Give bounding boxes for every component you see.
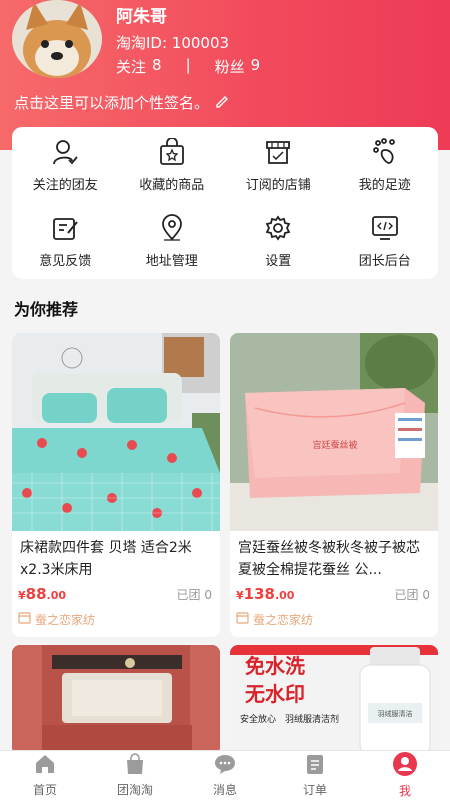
recommend-title: 为你推荐 <box>14 300 79 319</box>
following-count[interactable]: 8 <box>152 56 162 77</box>
follow-stats: 关注 8 | 粉丝 9 <box>116 56 260 77</box>
menu-leader-backend[interactable]: 团长后台 <box>332 203 439 279</box>
tab-label: 消息 <box>212 783 237 797</box>
location-pin-icon <box>157 213 187 243</box>
shop-name: 蚕之恋家纺 <box>35 612 96 627</box>
product-price: ¥138.00 <box>236 585 295 603</box>
banner-line1: 免水洗 <box>245 654 305 678</box>
sold-count: 已团 0 <box>176 588 212 602</box>
product-image: 宫廷蚕丝被 <box>230 333 438 531</box>
quilt-label-text: 宫廷蚕丝被 <box>312 439 357 451</box>
stats-separator: | <box>185 56 191 74</box>
menu-label: 地址管理 <box>145 254 198 269</box>
menu-favorite-goods[interactable]: 收藏的商品 <box>119 127 226 203</box>
tab-messages[interactable]: 消息 <box>185 753 265 798</box>
product-image <box>12 645 220 755</box>
tab-tuantaotao[interactable]: 团淘淘 <box>95 753 175 798</box>
menu-address[interactable]: 地址管理 <box>119 203 226 279</box>
following-label[interactable]: 关注 <box>116 56 146 77</box>
shop-icon <box>18 611 31 627</box>
menu-label: 收藏的商品 <box>139 178 205 193</box>
price-row: ¥88.00 已团 0 <box>12 581 220 603</box>
shop-link[interactable]: 蚕之恋家纺 <box>12 609 220 629</box>
avatar[interactable] <box>12 0 102 78</box>
product-card[interactable]: 免水洗 无水印 安全放心 羽绒服清洁剂 羽绒服清洁 <box>230 645 438 755</box>
code-monitor-icon <box>370 213 400 243</box>
menu-label: 关注的团友 <box>32 178 98 193</box>
feedback-icon <box>50 213 80 243</box>
product-title: 宫廷蚕丝被冬被秋冬被子被芯夏被全棉提花蚕丝 公... <box>238 540 420 578</box>
product-card[interactable]: 宫廷蚕丝被 宫廷蚕丝被冬被秋冬被子被芯夏被全棉提花蚕丝 公... ¥138.00… <box>230 333 438 637</box>
banner-sub1: 安全放心 <box>240 713 276 725</box>
shop-link[interactable]: 蚕之恋家纺 <box>230 609 438 629</box>
price-row: ¥138.00 已团 0 <box>230 581 438 603</box>
menu-label: 订阅的店铺 <box>245 178 311 193</box>
shopping-bag-icon <box>124 753 146 779</box>
tab-home[interactable]: 首页 <box>5 753 85 798</box>
signature-text: 点击这里可以添加个性签名。 <box>14 94 210 112</box>
tab-me[interactable]: 我 <box>365 752 445 799</box>
menu-feedback[interactable]: 意见反馈 <box>12 203 119 279</box>
user-id: 淘淘ID: 100003 <box>116 34 230 52</box>
tab-label: 订单 <box>302 783 327 797</box>
banner-sub2: 羽绒服清洁剂 <box>285 713 339 725</box>
username: 阿朱哥 <box>116 7 167 27</box>
product-price: ¥88.00 <box>18 585 67 603</box>
message-icon <box>214 753 236 779</box>
order-list-icon <box>304 753 326 779</box>
bottom-tab-bar: 首页 团淘淘 消息 订单 我 <box>0 750 450 800</box>
product-image: 免水洗 无水印 安全放心 羽绒服清洁剂 羽绒服清洁 <box>230 645 438 755</box>
home-icon <box>34 753 56 779</box>
fans-count[interactable]: 9 <box>251 56 261 77</box>
banner-line2: 无水印 <box>245 682 305 706</box>
gear-icon <box>263 213 293 243</box>
product-image <box>12 333 220 531</box>
product-card[interactable] <box>12 645 220 755</box>
menu-footprints[interactable]: 我的足迹 <box>332 127 439 203</box>
shop-icon <box>236 611 249 627</box>
store-icon <box>263 137 293 167</box>
signature-edit[interactable]: 点击这里可以添加个性签名。 <box>14 92 229 113</box>
user-check-icon <box>50 137 80 167</box>
menu-label: 意见反馈 <box>39 254 92 269</box>
tab-label: 我 <box>398 784 411 798</box>
footprint-icon <box>370 137 400 167</box>
fans-label[interactable]: 粉丝 <box>215 56 245 77</box>
bottle-text: 羽绒服清洁 <box>378 709 413 718</box>
function-menu: 关注的团友 收藏的商品 订阅的店铺 我的足迹 意见反馈 地址管理 设置 团长后台 <box>12 127 438 279</box>
product-title: 床裙款四件套 贝塔 适合2米x2.3米床用 <box>20 540 192 578</box>
menu-label: 我的足迹 <box>358 178 411 193</box>
tab-orders[interactable]: 订单 <box>275 753 355 798</box>
shop-name: 蚕之恋家纺 <box>253 612 314 627</box>
menu-label: 设置 <box>265 254 292 269</box>
menu-subscribed-stores[interactable]: 订阅的店铺 <box>225 127 332 203</box>
profile-icon <box>393 752 417 780</box>
sold-count: 已团 0 <box>394 588 430 602</box>
star-bag-icon <box>157 137 187 167</box>
tab-label: 团淘淘 <box>116 783 153 797</box>
product-card[interactable]: 床裙款四件套 贝塔 适合2米x2.3米床用 ¥88.00 已团 0 蚕之恋家纺 <box>12 333 220 637</box>
menu-settings[interactable]: 设置 <box>225 203 332 279</box>
tab-label: 首页 <box>32 783 57 797</box>
menu-followed-friends[interactable]: 关注的团友 <box>12 127 119 203</box>
menu-label: 团长后台 <box>358 254 411 269</box>
pencil-icon <box>215 94 229 112</box>
